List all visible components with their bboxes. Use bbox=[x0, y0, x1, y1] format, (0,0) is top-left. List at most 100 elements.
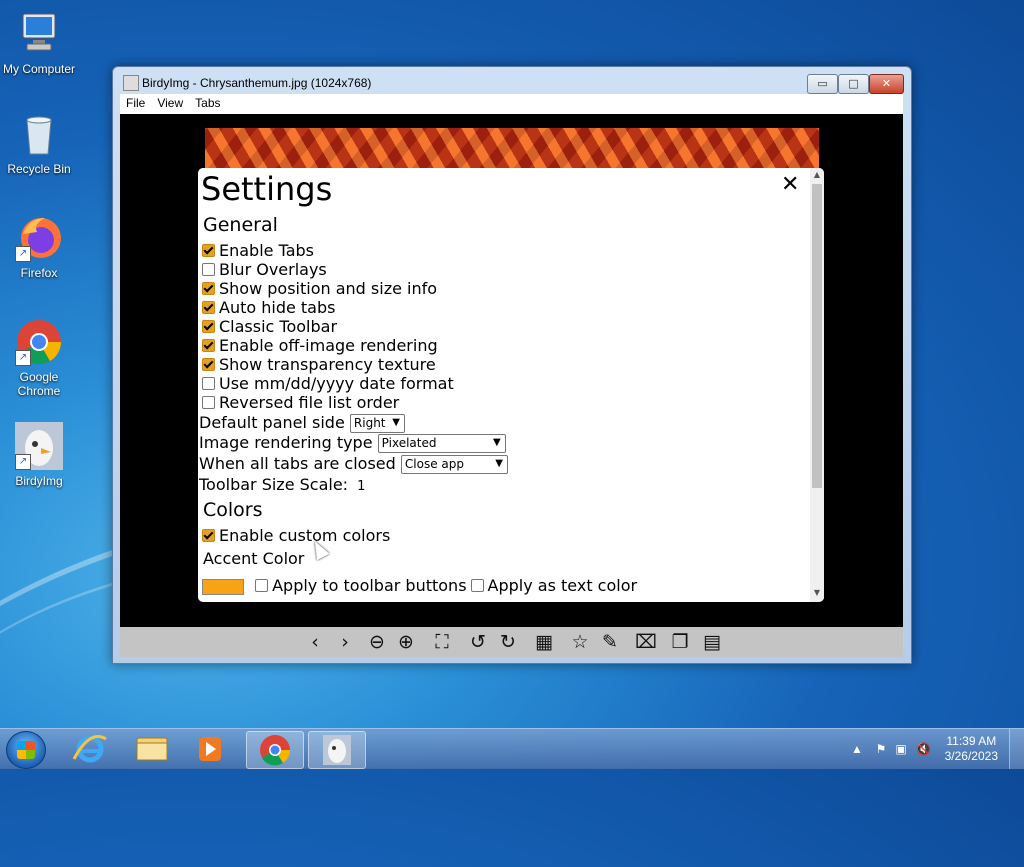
computer-icon bbox=[15, 10, 63, 58]
desktop-icon-google-chrome[interactable]: ↗ Google Chrome bbox=[0, 318, 78, 398]
scrollbar-thumb[interactable] bbox=[812, 184, 822, 488]
menu-file[interactable]: File bbox=[120, 94, 151, 110]
app-icon bbox=[123, 75, 139, 91]
setting-label: Auto hide tabs bbox=[219, 298, 336, 317]
image-rendering-label: Image rendering type bbox=[199, 433, 373, 452]
start-button[interactable] bbox=[6, 731, 46, 769]
apply-toolbar-label: Apply to toolbar buttons bbox=[272, 576, 467, 595]
when-tabs-closed-label: When all tabs are closed bbox=[199, 454, 396, 473]
close-button[interactable]: ✕ bbox=[869, 74, 904, 94]
enable-custom-colors-checkbox[interactable] bbox=[202, 529, 215, 542]
window-title: BirdyImg - Chrysanthemum.jpg (1024x768) bbox=[142, 76, 372, 90]
menu-view[interactable]: View bbox=[151, 94, 189, 110]
clock[interactable]: 11:39 AM 3/26/2023 bbox=[945, 734, 998, 764]
taskbar-chrome[interactable] bbox=[246, 731, 304, 769]
setting-checkbox[interactable] bbox=[202, 396, 215, 409]
toolbar-size-scale-row: Toolbar Size Scale: 1 bbox=[199, 475, 365, 494]
fit-screen-icon[interactable]: ⛶ bbox=[430, 630, 454, 654]
settings-panel: Settings ✕ General Enable Tabs Blur Overl… bbox=[198, 168, 824, 602]
copy-icon[interactable]: ❐ bbox=[668, 630, 692, 654]
setting-label: Enable off-image rendering bbox=[219, 336, 438, 355]
menu-tabs[interactable]: Tabs bbox=[189, 94, 226, 110]
setting-checkbox[interactable] bbox=[202, 320, 215, 333]
setting-row[interactable]: Show position and size info bbox=[202, 279, 437, 298]
taskbar-explorer[interactable] bbox=[124, 731, 180, 767]
clock-time: 11:39 AM bbox=[946, 734, 997, 748]
taskbar-birdyimg[interactable] bbox=[308, 731, 366, 769]
volume-muted-icon[interactable]: 🔇 bbox=[916, 742, 931, 756]
star-icon[interactable]: ☆ bbox=[568, 630, 592, 654]
desktop-icon-my-computer[interactable]: My Computer bbox=[0, 10, 78, 76]
desktop-icon-label: Google Chrome bbox=[17, 370, 61, 398]
setting-row[interactable]: Enable off-image rendering bbox=[202, 336, 438, 355]
tray-overflow-icon[interactable]: ▲ bbox=[850, 742, 864, 756]
minimize-button[interactable]: ▭ bbox=[807, 74, 838, 94]
setting-row[interactable]: Auto hide tabs bbox=[202, 298, 335, 317]
scroll-down-icon[interactable]: ▼ bbox=[812, 588, 822, 597]
shortcut-arrow-icon: ↗ bbox=[15, 454, 31, 470]
setting-label: Classic Toolbar bbox=[219, 317, 338, 336]
apply-text-checkbox[interactable] bbox=[470, 579, 484, 592]
image-rendering-select[interactable]: Pixelated ▼ bbox=[377, 434, 506, 453]
birdyimg-icon: ↗ bbox=[15, 422, 63, 470]
accent-color-label: Accent Color bbox=[203, 549, 305, 568]
general-heading: General bbox=[203, 214, 278, 236]
rotate-right-icon[interactable]: ↻ bbox=[496, 630, 520, 654]
zoom-out-icon[interactable]: ⊖ bbox=[365, 630, 389, 654]
taskbar-media-player[interactable] bbox=[182, 731, 238, 767]
settings-scrollbar[interactable]: ▲ ▼ bbox=[810, 168, 824, 602]
grid-icon[interactable]: ▦ bbox=[532, 630, 556, 654]
setting-checkbox[interactable] bbox=[202, 263, 215, 276]
toolbar-size-scale-value[interactable]: 1 bbox=[357, 479, 365, 494]
action-center-icon[interactable]: ⚑ bbox=[874, 742, 888, 756]
default-panel-side-select[interactable]: Right ▼ bbox=[349, 414, 405, 433]
maximize-button[interactable]: □ bbox=[838, 74, 869, 94]
setting-checkbox[interactable] bbox=[202, 244, 215, 257]
zoom-in-icon[interactable]: ⊕ bbox=[394, 630, 418, 654]
accent-color-swatch[interactable] bbox=[202, 578, 244, 595]
setting-row[interactable]: Blur Overlays bbox=[202, 260, 327, 279]
setting-checkbox[interactable] bbox=[202, 282, 215, 295]
chevron-down-icon: ▼ bbox=[392, 417, 400, 428]
desktop-icon-firefox[interactable]: ↗ Firefox bbox=[0, 214, 78, 280]
shortcut-arrow-icon: ↗ bbox=[15, 350, 31, 366]
rotate-left-icon[interactable]: ↺ bbox=[466, 630, 490, 654]
delete-icon[interactable]: ⌧ bbox=[634, 630, 658, 654]
window-titlebar[interactable]: BirdyImg - Chrysanthemum.jpg (1024x768) … bbox=[113, 67, 911, 95]
setting-checkbox[interactable] bbox=[202, 377, 215, 390]
settings-close-icon[interactable]: ✕ bbox=[781, 172, 799, 197]
edit-icon[interactable]: ✎ bbox=[598, 630, 622, 654]
desktop-icon-label: Recycle Bin bbox=[7, 162, 71, 176]
taskbar-internet-explorer[interactable] bbox=[62, 731, 118, 767]
setting-label: Blur Overlays bbox=[219, 260, 327, 279]
setting-row[interactable]: Enable Tabs bbox=[202, 241, 314, 260]
setting-row[interactable]: Classic Toolbar bbox=[202, 317, 337, 336]
setting-row[interactable]: Use mm/dd/yyyy date format bbox=[202, 374, 454, 393]
chevron-down-icon: ▼ bbox=[492, 437, 501, 448]
next-icon[interactable]: › bbox=[333, 630, 357, 654]
enable-custom-colors-row[interactable]: Enable custom colors bbox=[202, 526, 390, 545]
apply-toolbar-checkbox[interactable] bbox=[255, 579, 269, 592]
enable-custom-colors-label: Enable custom colors bbox=[219, 526, 391, 545]
desktop-icon-label: My Computer bbox=[2, 62, 76, 76]
setting-checkbox[interactable] bbox=[202, 301, 215, 314]
network-icon[interactable]: ▣ bbox=[894, 742, 908, 756]
show-desktop-button[interactable] bbox=[1009, 729, 1024, 769]
default-panel-side-label: Default panel side bbox=[199, 413, 345, 432]
desktop-icon-recycle-bin[interactable]: Recycle Bin bbox=[0, 110, 78, 176]
setting-row[interactable]: Reversed file list order bbox=[202, 393, 399, 412]
toolbar-size-scale-label: Toolbar Size Scale: bbox=[199, 475, 349, 494]
setting-checkbox[interactable] bbox=[202, 358, 215, 371]
chrome-icon bbox=[260, 735, 291, 766]
colors-heading: Colors bbox=[203, 499, 263, 521]
previous-icon[interactable]: ‹ bbox=[303, 630, 327, 654]
setting-row[interactable]: Show transparency texture bbox=[202, 355, 436, 374]
desktop-icon-birdyimg[interactable]: ↗ BirdyImg bbox=[0, 422, 78, 488]
setting-checkbox[interactable] bbox=[202, 339, 215, 352]
image-rendering-row: Image rendering type Pixelated ▼ bbox=[199, 433, 506, 453]
scroll-up-icon[interactable]: ▲ bbox=[812, 170, 822, 179]
desktop-icon-label: Firefox bbox=[20, 266, 58, 280]
gallery-icon[interactable]: ▤ bbox=[700, 630, 724, 654]
when-tabs-closed-select[interactable]: Close app ▼ bbox=[400, 455, 508, 474]
bottom-toolbar: ‹ › ⊖ ⊕ ⛶ ↺ ↻ ▦ ☆ ✎ ⌧ ❐ ▤ bbox=[120, 627, 903, 657]
